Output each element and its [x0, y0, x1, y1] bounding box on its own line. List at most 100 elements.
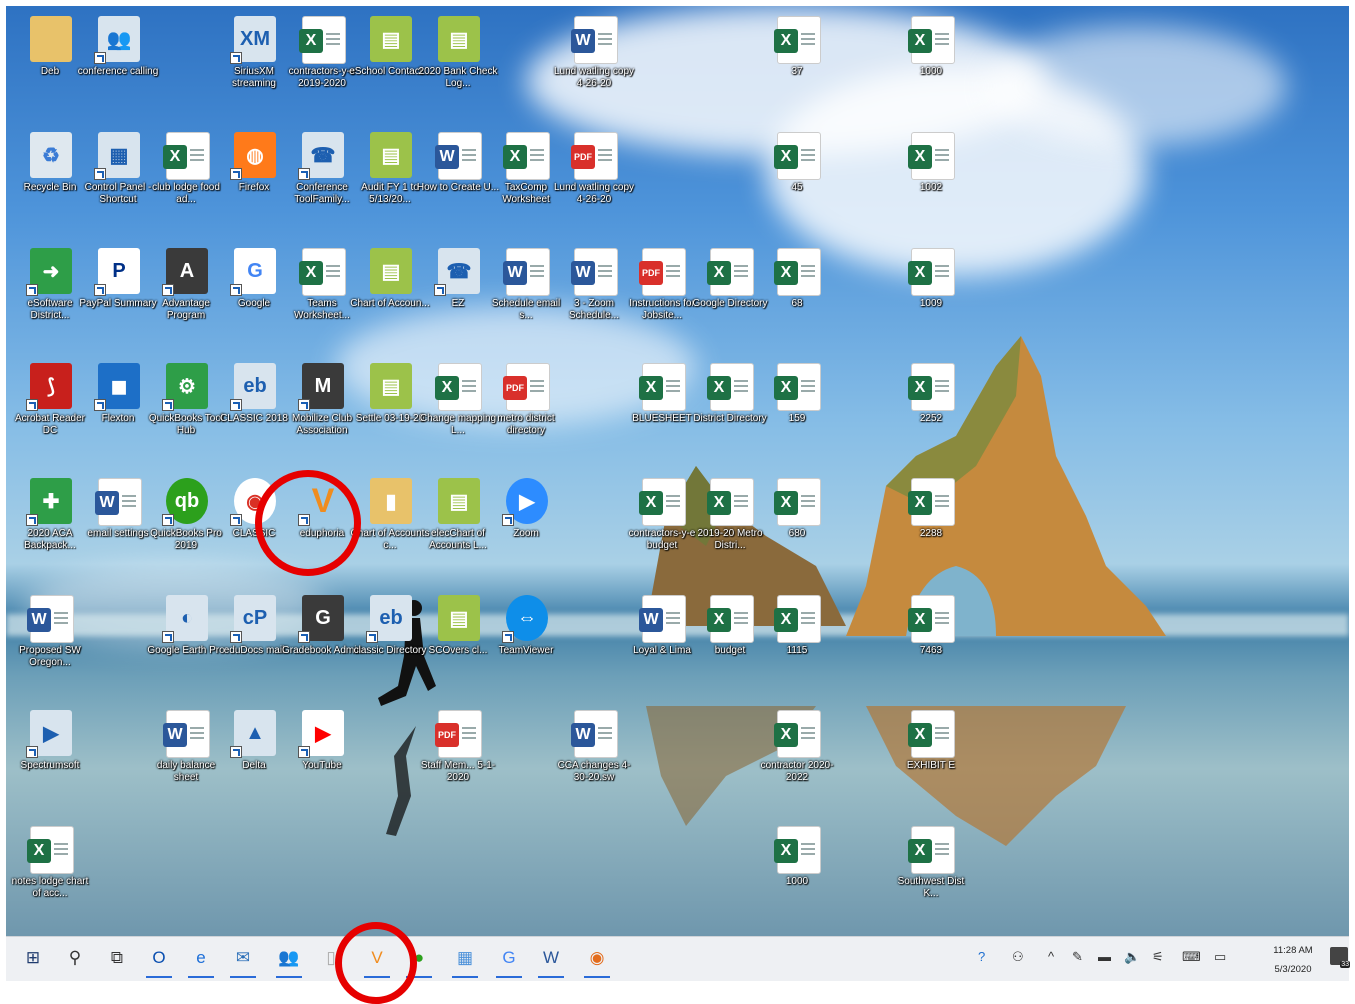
desktop-icon-1115[interactable]: X 1115: [763, 593, 831, 705]
desktop-icon-southwest-dist-k[interactable]: X Southwest Dist K...: [897, 824, 965, 936]
desktop-icon-45[interactable]: X 45: [763, 130, 831, 242]
desktop-icon-metro-district-directory[interactable]: PDF metro district directory: [492, 361, 560, 473]
desktop-icon-classic-2018[interactable]: eb CLASSIC 2018: [220, 361, 288, 473]
desktop-icon-instructions-for-jobsite[interactable]: PDF Instructions for Jobsite...: [628, 246, 696, 358]
eduphoria-taskbar-button[interactable]: V: [364, 945, 390, 978]
desktop-icon-1000[interactable]: X 1000: [897, 14, 965, 126]
show-hidden-icon[interactable]: ^: [1048, 949, 1054, 964]
desktop-icon-2252[interactable]: X 2252: [897, 361, 965, 473]
desktop-icon-classic-directory[interactable]: eb classic Directory: [354, 593, 426, 705]
desktop-icon-youtube[interactable]: ▶ YouTube: [288, 708, 356, 820]
desktop-icon-7463[interactable]: X 7463: [897, 593, 965, 705]
desktop-icon-chart-of-accounts-c[interactable]: ▮ Chart of Accounts c...: [351, 476, 429, 588]
desktop-icon-edudocs-mail[interactable]: cP eduDocs mail: [220, 593, 288, 705]
desktop-icon-bluesheet[interactable]: X BLUESHEET: [628, 361, 696, 473]
edge-button[interactable]: e: [188, 945, 214, 978]
desktop-icon-teamviewer[interactable]: ⇔ TeamViewer: [492, 593, 560, 705]
desktop-icon-elecchart-of-accounts-l[interactable]: ▤ elecChart of Accounts L...: [424, 476, 492, 588]
desktop-icon-mobilize-club-association[interactable]: M Mobilize Club Association: [288, 361, 356, 473]
desktop-icon-2288[interactable]: X 2288: [897, 476, 965, 588]
google-taskbar-button[interactable]: G: [496, 945, 522, 978]
desktop-icon-proposed-sw-oregon[interactable]: W Proposed SW Oregon...: [16, 593, 84, 705]
volume-icon[interactable]: 🔈: [1124, 949, 1140, 965]
desktop-icon-eduphoria[interactable]: Veduphoria: [288, 476, 356, 588]
desktop-icon-conference-toolfamily[interactable]: ☎ Conference ToolFamily...: [288, 130, 356, 242]
desktop-icon-cca-changes-4-30-20-sw[interactable]: W CCA changes 4-30-20.sw: [558, 708, 630, 820]
people-tray-icon[interactable]: ⚇: [1012, 949, 1024, 965]
desktop-icon-settle-03-19-20[interactable]: ▤ Settle 03-19-20: [356, 361, 424, 473]
desktop-icon-chart-of-accoun[interactable]: ▤ Chart of Accoun...: [350, 246, 430, 358]
start-button[interactable]: ⊞: [20, 945, 46, 971]
desktop-icon-control-panel-shortcut[interactable]: ▦ Control Panel - Shortcut: [84, 130, 152, 242]
people-button[interactable]: 👥: [276, 945, 302, 978]
desktop-icon-loyal-lima[interactable]: W Loyal & Lima: [628, 593, 696, 705]
desktop-icon-lund-watling-copy-4-26-20[interactable]: W Lund watling copy 4-26-20: [554, 14, 634, 126]
chrome-taskbar-button[interactable]: ◉: [584, 945, 610, 978]
desktop-icon-scovers-cl[interactable]: ▤ SCOvers cl...: [424, 593, 492, 705]
desktop-icon-change-mapping-l[interactable]: X Change mapping L...: [420, 361, 496, 473]
desktop-icon-club-lodge-food-ad[interactable]: Xclub lodge food ad...: [152, 130, 220, 242]
desktop-icon-3-zoom-schedule[interactable]: W3 - Zoom Schedule...: [560, 246, 628, 358]
calendar-button[interactable]: ▦: [452, 945, 478, 978]
desktop-icon-1000[interactable]: X 1000: [763, 824, 831, 936]
desktop-icon-paypal-summary[interactable]: P PayPal Summary: [79, 246, 157, 358]
clock[interactable]: 11:28 AM 5/3/2020: [1268, 941, 1318, 979]
desktop-icon-1009[interactable]: X 1009: [897, 246, 965, 358]
desktop-icon-ez[interactable]: ☎ EZ: [424, 246, 492, 358]
pen-icon[interactable]: ✎: [1072, 949, 1083, 965]
desktop-icon-taxcomp-worksheet[interactable]: X TaxComp Worksheet: [492, 130, 560, 242]
desktop-icon-daily-balance-sheet[interactable]: Wdaily balance sheet: [152, 708, 220, 820]
desktop-icon-teams-worksheet[interactable]: X Teams Worksheet...: [288, 246, 356, 358]
desktop-icon-1002[interactable]: X 1002: [897, 130, 965, 242]
desktop-icon-eschool-contact[interactable]: ▤ eSchool Contact...: [349, 14, 431, 126]
desktop-icon-budget[interactable]: Xbudget: [696, 593, 764, 705]
desktop-icon-2020-aca-backpack[interactable]: ✚ 2020 ACA Backpack...: [16, 476, 84, 588]
desktop-icon-email-settings[interactable]: Wemail settings: [84, 476, 152, 588]
desktop-icon-google-earth-pro[interactable]: ◐ Google Earth Pro: [147, 593, 225, 705]
quickbooks-taskbar-button[interactable]: ●: [406, 945, 432, 978]
desktop-icon-google[interactable]: G Google: [220, 246, 288, 358]
word-taskbar-button[interactable]: W: [538, 945, 564, 978]
blank-button[interactable]: ▯: [318, 945, 344, 971]
desktop-icon-contractors-y-e-budget[interactable]: Xcontractors-y-e budget: [628, 476, 696, 588]
desktop-icon-quickbooks-pro-2019[interactable]: qb QuickBooks Pro 2019: [150, 476, 222, 588]
desktop-icon-schedule-email-s[interactable]: W Schedule email s...: [492, 246, 560, 358]
help-icon[interactable]: ?: [978, 949, 985, 964]
desktop-icon-2020-bank-check-log[interactable]: ▤ 2020 Bank Check Log...: [419, 14, 497, 126]
desktop-icon-advantage-program[interactable]: A Advantage Program: [152, 246, 220, 358]
display-icon[interactable]: ▭: [1214, 949, 1226, 965]
notification-center-icon[interactable]: 33: [1330, 947, 1350, 968]
desktop-icon-deb[interactable]: Deb: [16, 14, 84, 126]
outlook-button[interactable]: O: [146, 945, 172, 978]
desktop-icon-audit-fy-1-to-5-13-20[interactable]: ▤ Audit FY 1 to 5/13/20...: [356, 130, 424, 242]
desktop-icon-gradebook-admin[interactable]: G Gradebook Admin: [282, 593, 362, 705]
desktop-icon-contractors-y-e-2019-2020[interactable]: Xcontractors-y-e 2019-2020: [288, 14, 356, 126]
desktop-icon-680[interactable]: X 680: [763, 476, 831, 588]
mail-button[interactable]: ✉: [230, 945, 256, 978]
desktop-icon-exhibit-e[interactable]: X EXHIBIT E: [897, 708, 965, 820]
desktop-icon-conference-calling[interactable]: 👥 conference calling: [78, 14, 158, 126]
network-icon[interactable]: ⚟: [1152, 949, 1164, 965]
desktop-icon-classic[interactable]: ◉ CLASSIC: [220, 476, 288, 588]
desktop-icon-37[interactable]: X 37: [763, 14, 831, 126]
desktop-icon-district-directory[interactable]: X District Directory: [693, 361, 767, 473]
desktop-icon-2019-20-metro-distri[interactable]: X 2019-20 Metro Distri...: [696, 476, 764, 588]
desktop-icon-lund-watling-copy-4-26-20[interactable]: PDF Lund watling copy 4-26-20: [554, 130, 634, 242]
desktop-icon-recycle-bin[interactable]: ♻ Recycle Bin: [16, 130, 84, 242]
battery-icon[interactable]: ▬: [1098, 949, 1111, 964]
desktop-icon-68[interactable]: X 68: [763, 246, 831, 358]
desktop-icon-notes-lodge-chart-of-acc[interactable]: Xnotes lodge chart of acc...: [12, 824, 88, 936]
desktop-icon-acrobat-reader-dc[interactable]: ⟆ Acrobat Reader DC: [15, 361, 85, 473]
desktop-icon-siriusxm-streaming[interactable]: XM SiriusXM streaming: [220, 14, 288, 126]
desktop-icon-zoom[interactable]: ▶ Zoom: [492, 476, 560, 588]
task-view-button[interactable]: ⧉: [104, 945, 130, 971]
desktop-icon-esoftware-district[interactable]: ➜ eSoftware District...: [16, 246, 84, 358]
desktop-icon-google-directory[interactable]: X Google Directory: [692, 246, 768, 358]
desktop-icon-delta[interactable]: ▲ Delta: [220, 708, 288, 820]
keyboard-icon[interactable]: ⌨: [1182, 949, 1201, 965]
desktop-icon-159[interactable]: X 159: [763, 361, 831, 473]
desktop-icon-staff-mem-5-1-2020[interactable]: PDF Staff Mem... 5-1-2020: [421, 708, 495, 820]
desktop-icon-spectrumsoft[interactable]: ▶ Spectrumsoft: [16, 708, 84, 820]
desktop-icon-quickbooks-tool-hub[interactable]: ⚙ QuickBooks Tool Hub: [149, 361, 223, 473]
desktop-icon-contractor-2020-2022[interactable]: Xcontractor 2020-2022: [761, 708, 833, 820]
